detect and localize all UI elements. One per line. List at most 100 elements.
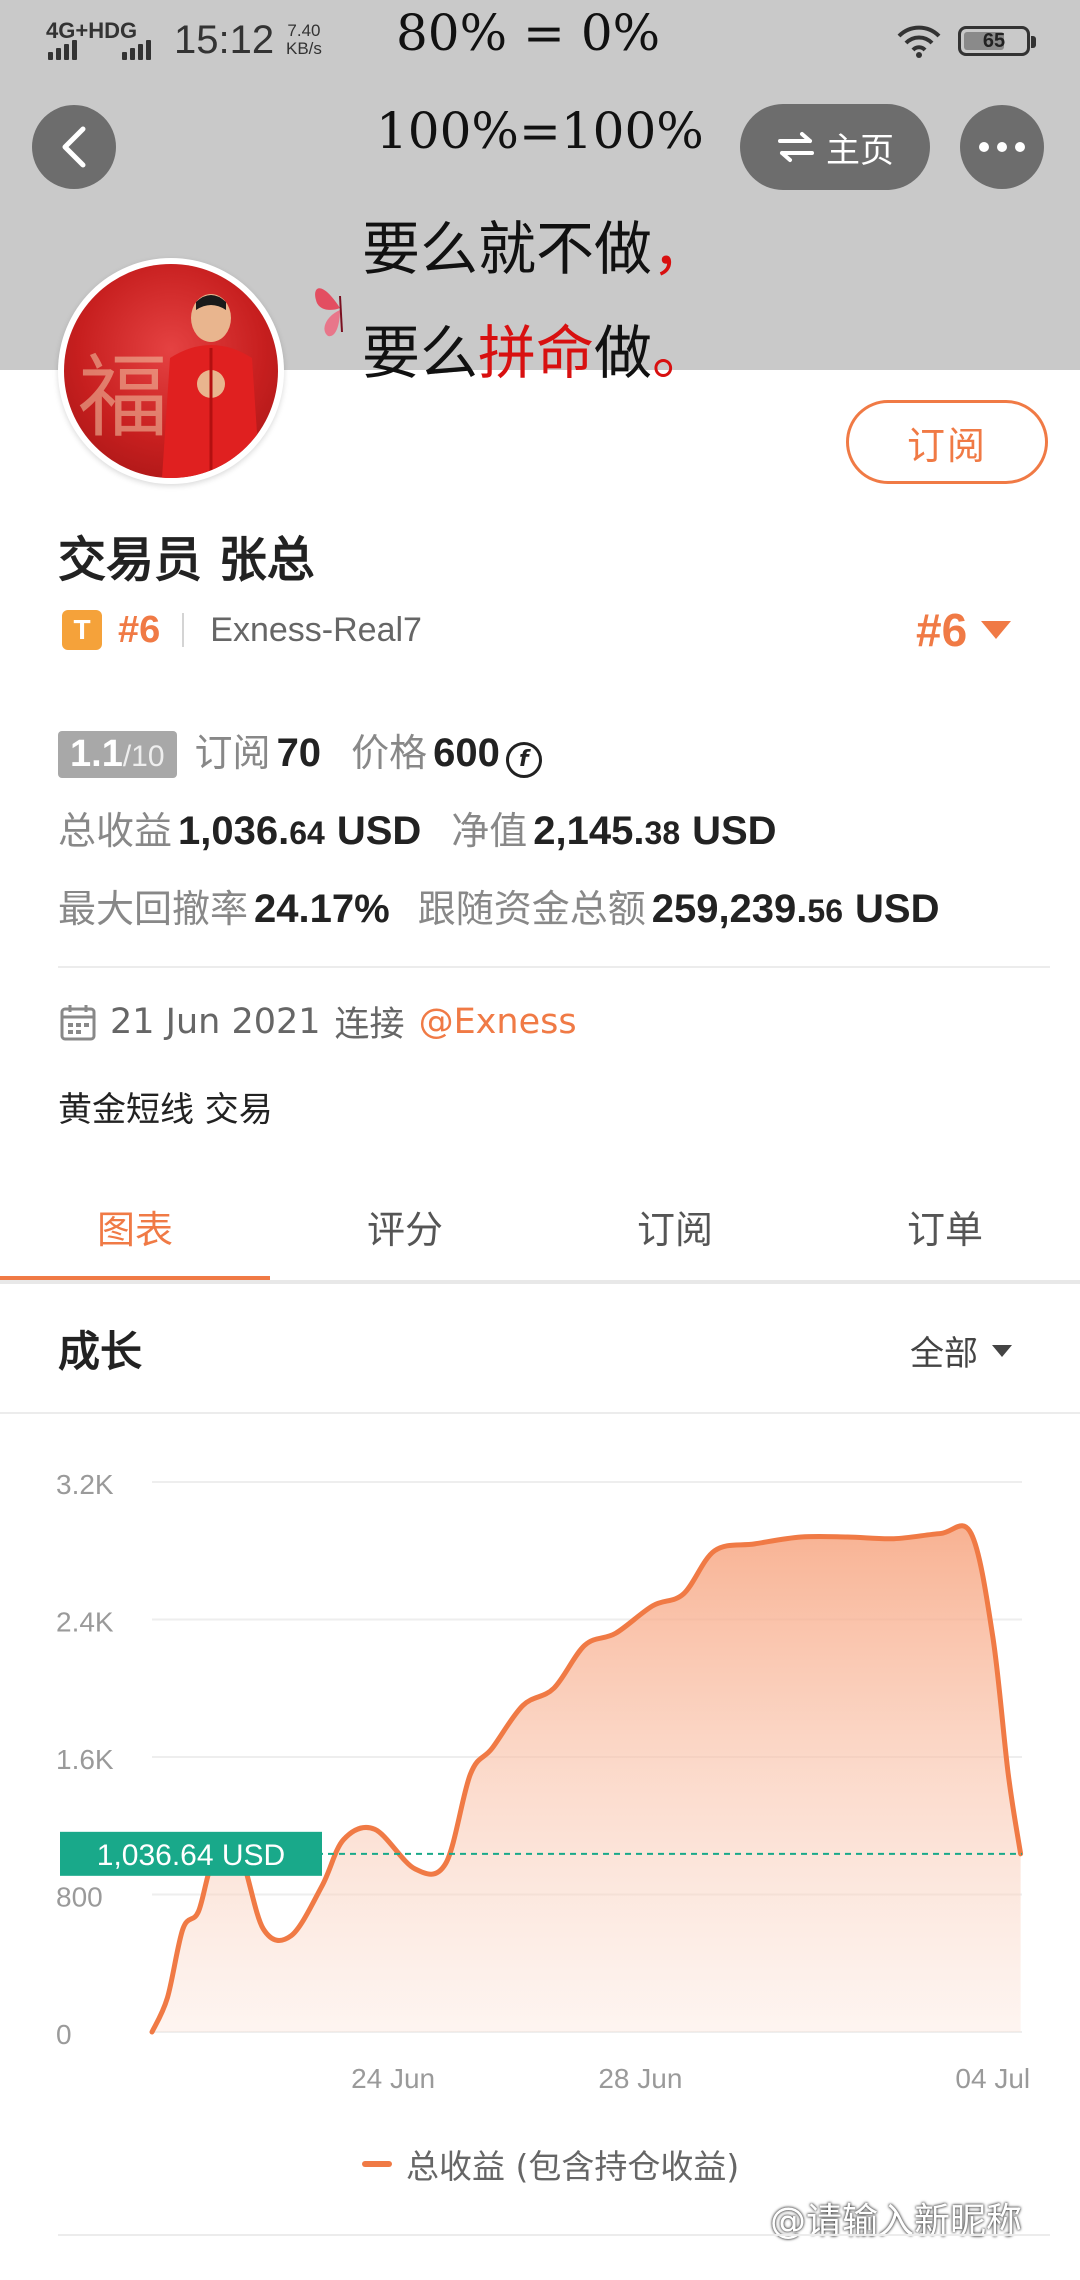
tab-chart[interactable]: 图表 [0, 1170, 270, 1282]
equity-decimals: 38 [644, 815, 681, 851]
motto-line-4-punct: 。 [652, 319, 711, 387]
more-dot-icon [997, 142, 1007, 152]
battery-level: 65 [982, 30, 1006, 52]
y-tick-label: 1.6K [56, 1744, 114, 1775]
price-label: 价格 [351, 731, 428, 775]
rating-value: 1.1 [70, 733, 123, 775]
growth-range-value: 全部 [910, 1334, 978, 1374]
home-button[interactable]: 主页 [740, 104, 930, 190]
tab-bar-border [0, 1280, 1080, 1284]
subscribe-button[interactable]: 订阅 [846, 400, 1048, 484]
speed-value: 7.40 [287, 21, 321, 40]
legend-swatch [362, 2161, 392, 2167]
y-tick-label: 800 [56, 1882, 103, 1913]
rank-dropdown-value: #6 [916, 604, 968, 656]
chevron-left-icon [62, 126, 86, 168]
avatar[interactable]: 福 [58, 258, 284, 484]
stats-row-1: 1.1/10 订阅 70 价格 600 f [58, 722, 542, 778]
bottom-divider [58, 2234, 1050, 2236]
avatar-person-figure [162, 294, 260, 478]
home-button-label: 主页 [826, 130, 894, 171]
connect-date: 21 Jun 2021 [110, 1001, 321, 1042]
back-button[interactable] [32, 105, 116, 189]
divider [182, 613, 185, 647]
x-tick-label: 28 Jun [598, 2063, 682, 2094]
total-profit-decimals: 64 [289, 815, 325, 851]
trader-name: 交易员 张总 [58, 532, 315, 588]
connect-row: 21 Jun 2021 连接 @Exness [60, 996, 577, 1047]
follow-funds-decimals: 56 [807, 893, 843, 929]
price-value: 600 [433, 731, 500, 775]
total-profit-label: 总收益 [58, 809, 173, 853]
subscribers-value: 70 [276, 731, 322, 775]
series-area [152, 1525, 1021, 2032]
divider [58, 966, 1050, 968]
rank-dropdown[interactable]: #6 [916, 600, 1013, 660]
account-server: Exness-Real7 [210, 610, 422, 649]
tab-subscriptions[interactable]: 订阅 [540, 1170, 810, 1282]
more-dot-icon [1015, 142, 1025, 152]
motto-line-3-text: 要么就不做 [362, 215, 653, 283]
avatar-image: 福 [64, 264, 278, 478]
more-options-button[interactable] [960, 105, 1044, 189]
calendar-icon [60, 1004, 96, 1040]
stats-row-2: 总收益 1,036. 64 USD 净值 2,145. 38 USD [58, 800, 777, 855]
total-profit-value: 1,036. [178, 809, 290, 853]
stats-row-3: 最大回撤率 24.17% 跟随资金总额 259,239. 56 USD [58, 878, 939, 933]
growth-chart: 0 800 1.6K 2.4K 3.2K 24 Jun 28 Jun 04 Jul 1,03… [56, 1469, 1030, 2094]
max-drawdown-label: 最大回撤率 [58, 887, 249, 931]
watermark: @请输入新昵称 [770, 2201, 1023, 2242]
rank-number: #6 [118, 608, 161, 651]
motto-line-4-highlight: 拼命 [478, 319, 595, 387]
max-drawdown-value: 24.17% [254, 887, 390, 931]
motto-line-4-end: 做 [594, 319, 653, 387]
equity-value: 2,145. [533, 809, 645, 853]
rating-badge: 1.1/10 [58, 731, 177, 778]
caret-down-icon [981, 621, 1012, 639]
motto-line-4-start: 要么 [362, 319, 479, 387]
signal-icon-2 [122, 40, 151, 60]
legend-label: 总收益 (包含持仓收益) [406, 2147, 740, 2186]
chart-legend: 总收益 (包含持仓收益) [362, 2140, 739, 2188]
strategy-description: 黄金短线 交易 [58, 1090, 273, 1130]
battery-icon: 65 [958, 26, 1036, 56]
rank-row: T #6 Exness-Real7 [62, 600, 422, 660]
equity-label: 净值 [451, 809, 528, 853]
y-tick-label: 2.4K [56, 1607, 114, 1638]
signal-icon [48, 40, 77, 60]
x-tick-label: 24 Jun [351, 2063, 435, 2094]
follow-funds-label: 跟随资金总额 [417, 887, 646, 931]
x-tick-label: 04 Jul [955, 2063, 1030, 2094]
tab-bar: 图表 评分 订阅 订单 [0, 1170, 1080, 1282]
switch-icon [778, 132, 814, 162]
network-speed: 7.40 KB/s [286, 22, 322, 58]
more-dot-icon [979, 142, 989, 152]
butterfly-icon [315, 288, 343, 337]
speed-unit: KB/s [286, 39, 322, 58]
connect-label: 连接 [334, 1005, 405, 1045]
clock: 15:12 [174, 18, 275, 62]
section-divider [0, 1412, 1080, 1414]
broker-link[interactable]: @Exness [419, 1002, 577, 1042]
wifi-icon [897, 25, 941, 58]
growth-range-dropdown[interactable]: 全部 [910, 1326, 1014, 1375]
growth-title: 成长 [58, 1327, 143, 1376]
tab-orders[interactable]: 订单 [810, 1170, 1080, 1282]
subscribers-label: 订阅 [194, 731, 271, 775]
rating-scale: /10 [122, 740, 165, 773]
equity-unit: USD [692, 809, 777, 853]
tab-rating[interactable]: 评分 [270, 1170, 540, 1282]
coin-icon: f [505, 742, 542, 778]
motto-line-2: 100%=100% [376, 102, 704, 160]
y-tick-label: 0 [56, 2019, 72, 2050]
trader-level-badge: T [62, 610, 102, 650]
follow-funds-unit: USD [855, 887, 940, 931]
motto-line-4: 要么拼命做。 [362, 306, 710, 390]
motto-line-3: 要么就不做， [362, 202, 710, 286]
current-value-label: 1,036.64 USD [97, 1839, 285, 1872]
follow-funds-value: 259,239. [651, 887, 808, 931]
caret-down-icon [992, 1344, 1012, 1357]
avatar-fu-decoration: 福 [78, 345, 168, 450]
y-tick-label: 3.2K [56, 1469, 114, 1500]
motto-line-3-punct: ， [652, 215, 711, 283]
